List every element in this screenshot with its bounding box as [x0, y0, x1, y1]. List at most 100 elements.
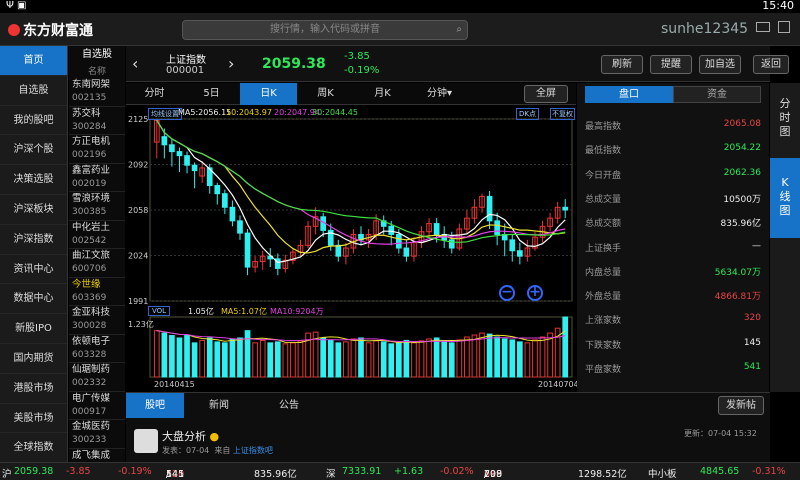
tab-fund-flow[interactable]: 资金 [673, 86, 761, 103]
volume-bar [176, 337, 183, 378]
vol-ma10: MA10:9204万 [270, 307, 324, 316]
tab-news[interactable]: 新闻 [184, 393, 254, 418]
watchlist-col-header: 名称 [87, 67, 106, 77]
nav-item-7[interactable]: 资讯中心 [0, 255, 67, 285]
nav-item-1[interactable]: 自选股 [0, 76, 67, 106]
tab-weekly-k[interactable]: 周K [297, 83, 354, 105]
nav-item-11[interactable]: 港股市场 [0, 374, 67, 404]
ticker-zxb-pct: -0.31% [752, 466, 786, 477]
volume-bar [169, 335, 175, 378]
post-title[interactable]: 大盘分析 ● [162, 428, 219, 444]
volume-bar [199, 339, 206, 378]
next-stock-button[interactable]: › [228, 54, 234, 73]
ticker-sh-change: -3.85 [66, 466, 91, 477]
candle-body [244, 232, 251, 268]
list-item[interactable]: 鑫富药业 002019 [69, 164, 125, 192]
nav-item-2[interactable]: 我的股吧 [0, 106, 67, 136]
nav-item-0[interactable]: 首页 [0, 46, 67, 76]
new-post-button[interactable]: 发新帖 [718, 396, 764, 415]
watchlist-title: 自选股 [82, 49, 112, 60]
zoom-out-icon[interactable]: − [499, 285, 515, 301]
kline-chart[interactable]: 2125 2092 2058 2024 1991 均线设置 MA5:2056.15 10… [126, 105, 579, 392]
nav-item-3[interactable]: 沪深个股 [0, 135, 67, 166]
fullscreen-button[interactable]: 全屏 [524, 85, 568, 103]
username[interactable]: sunhe12345 [661, 21, 748, 37]
list-item[interactable]: 金亚科技 300028 [69, 306, 125, 335]
nav-item-8[interactable]: 数据中心 [0, 284, 67, 315]
volume-bar [274, 341, 281, 378]
list-item[interactable]: 仙琚制药 002332 [69, 363, 125, 392]
back-button[interactable]: 返回 [753, 55, 789, 74]
mail-icon[interactable] [756, 22, 770, 32]
nav-item-13[interactable]: 全球指数 [0, 433, 67, 464]
volume-bar [456, 339, 463, 378]
tab-minute[interactable]: 分钟▾ [411, 83, 468, 105]
detail-value: — [752, 240, 761, 251]
add-watchlist-button[interactable]: 加自选 [699, 55, 741, 74]
vol-button[interactable]: VOL [148, 306, 171, 316]
ma20-line [156, 120, 566, 245]
volume-bar [441, 341, 448, 378]
tab-announcements[interactable]: 公告 [254, 393, 324, 418]
nav-item-10[interactable]: 国内期货 [0, 344, 67, 374]
stock-item-code: 300385 [72, 207, 107, 217]
nav-item-9[interactable]: 新股IPO [0, 314, 67, 344]
stock-item-name: 方正电机 [72, 136, 111, 147]
ma-settings-button[interactable]: 均线设置 [148, 108, 182, 120]
nav-item-4[interactable]: 决策选股 [0, 165, 67, 195]
zoom-in-icon[interactable]: + [527, 285, 543, 301]
dk-button[interactable]: DK点 [516, 108, 539, 120]
detail-value: 10500万 [723, 194, 761, 205]
adjust-button[interactable]: 不复权 [550, 108, 575, 120]
list-item[interactable]: 金城医药 300233 [69, 420, 125, 449]
stock-item-code: 002542 [72, 235, 107, 246]
minimize-icon[interactable] [778, 21, 790, 33]
volume-bar [297, 340, 304, 378]
ticker-sz-price: 7333.91 [342, 466, 382, 477]
candle-body [237, 220, 243, 234]
volume-bar [464, 336, 470, 378]
tab-order-book[interactable]: 盘口 [585, 86, 673, 103]
sidetab-kline[interactable]: K线图 [770, 158, 800, 238]
ticker-sz-label: 深 [326, 469, 336, 480]
date-start: 20140415 [154, 380, 195, 389]
tab-5day[interactable]: 5日 [183, 83, 240, 105]
volume-bar [206, 337, 213, 378]
nav-item-5[interactable]: 沪深板块 [0, 195, 67, 225]
watchlist: 自选股 名称 东南网架 002135 苏交科 300284 方正电机 002196 鑫富药业… [69, 46, 125, 477]
post-meta: 发表：07-04 来自 上证指数吧 [162, 446, 273, 455]
list-item[interactable]: 中化岩土 002542 [69, 221, 125, 249]
candle-body [509, 239, 516, 252]
y-tick-label: 2092 [128, 161, 148, 170]
ma5-label: MA5:2056.15 [178, 108, 232, 117]
stock-item-code: 002332 [72, 378, 107, 388]
volume-bar [267, 342, 274, 378]
volume-bar [471, 334, 478, 378]
list-item[interactable]: 苏交科 300284 [69, 107, 125, 135]
alert-button[interactable]: 提醒 [650, 55, 692, 74]
volume-bar [448, 342, 455, 378]
list-item[interactable]: 东南网架 002135 [69, 78, 125, 107]
list-item[interactable]: 方正电机 002196 [69, 135, 125, 164]
search-input[interactable]: 搜行情，输入代码或拼音 ⌕ [182, 20, 468, 40]
tab-forum[interactable]: 股吧 [126, 393, 184, 418]
ticker-sz-pct: -0.02% [440, 466, 474, 477]
prev-stock-button[interactable]: ‹ [132, 54, 138, 73]
list-item[interactable]: 雪浪环境 300385 [69, 192, 125, 221]
nav-item-12[interactable]: 美股市场 [0, 404, 67, 434]
list-item[interactable]: 电广传媒 000917 [69, 392, 125, 420]
refresh-button[interactable]: 刷新 [601, 55, 643, 74]
stock-item-code: 300284 [72, 121, 107, 132]
list-item[interactable]: 今世缘 603369 [69, 278, 125, 306]
stock-price: 2059.38 [262, 56, 326, 72]
list-item[interactable]: 依顿电子 603328 [69, 335, 125, 363]
tab-daily-k[interactable]: 日K [240, 83, 297, 105]
tab-intraday[interactable]: 分时 [126, 83, 183, 105]
nav-item-6[interactable]: 沪深指数 [0, 225, 67, 255]
sidetab-intraday[interactable]: 分时图 [770, 83, 800, 158]
post-source-link[interactable]: 上证指数吧 [233, 446, 273, 455]
volume-bar [153, 330, 160, 378]
list-item[interactable]: 曲江文旅 600706 [69, 249, 125, 278]
stock-item-name: 金亚科技 [72, 307, 111, 318]
tab-monthly-k[interactable]: 月K [354, 83, 411, 105]
